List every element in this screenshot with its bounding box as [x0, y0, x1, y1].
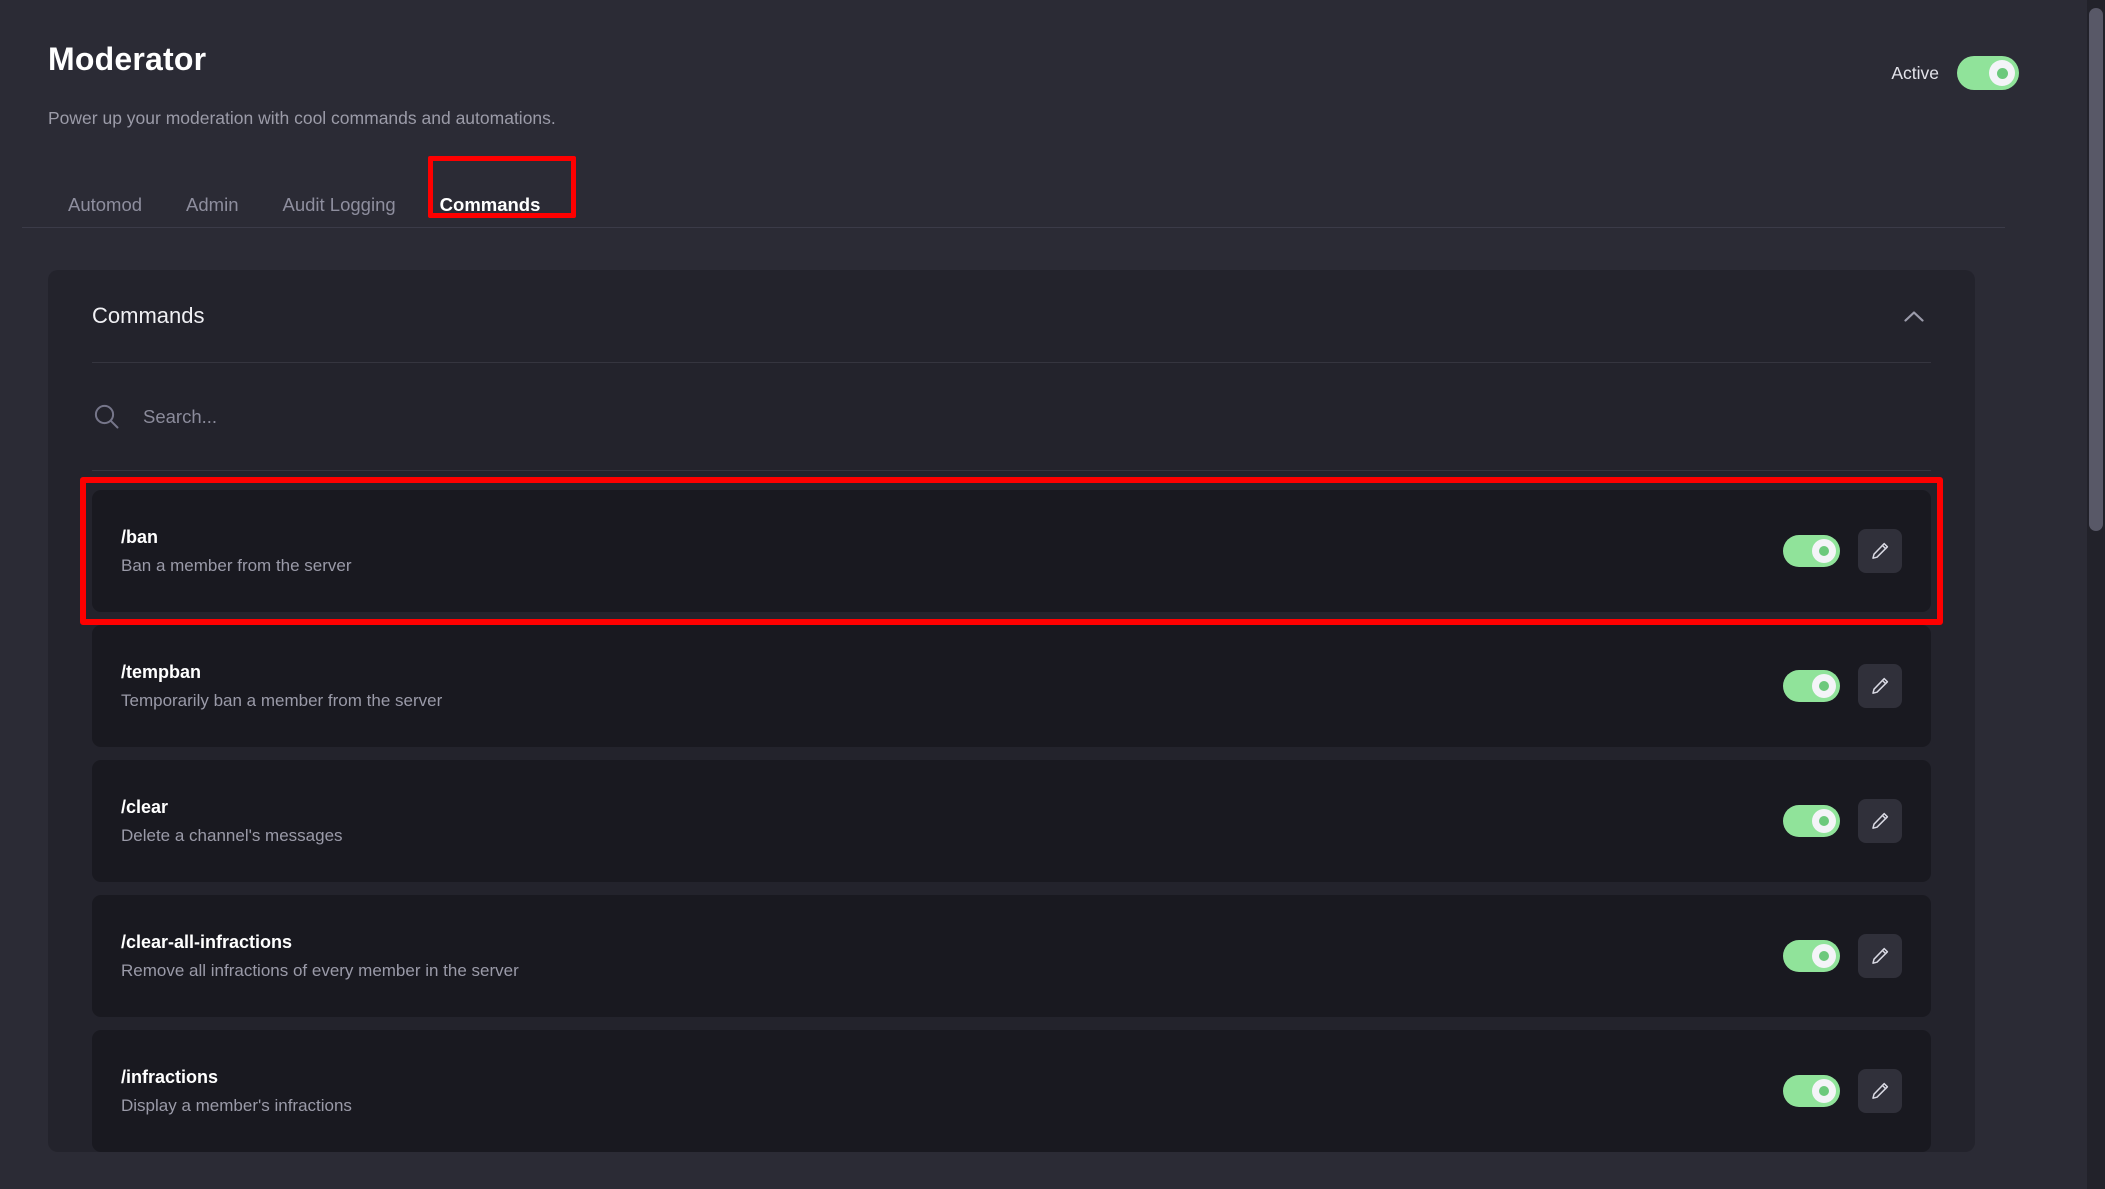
toggle-knob-icon [1812, 674, 1836, 699]
command-enabled-toggle[interactable] [1783, 805, 1840, 838]
command-name: /clear [121, 797, 169, 818]
pencil-icon [1872, 543, 1889, 560]
tab-bar: Automod Admin Audit Logging Commands [0, 156, 2087, 229]
search-icon [92, 402, 121, 431]
command-description: Temporarily ban a member from the server [121, 691, 443, 711]
commands-panel-collapse-button[interactable] [1897, 299, 1931, 333]
tab-automod[interactable]: Automod [48, 195, 164, 229]
tab-admin[interactable]: Admin [164, 195, 260, 229]
app-page: Moderator Power up your moderation with … [0, 0, 2087, 1189]
page-title: Moderator [48, 41, 207, 77]
commands-panel-header[interactable]: Commands [76, 270, 1947, 362]
pencil-icon [1872, 813, 1889, 830]
command-edit-button[interactable] [1858, 664, 1902, 709]
table-row[interactable]: /tempban Temporarily ban a member from t… [92, 625, 1931, 748]
command-description: Display a member's infractions [121, 1096, 352, 1116]
commands-panel-title: Commands [92, 303, 205, 329]
pencil-icon [1872, 1083, 1889, 1100]
page-header-top-row: Moderator Power up your moderation with … [48, 0, 2039, 129]
toggle-knob-icon [1812, 809, 1836, 834]
command-controls [1783, 799, 1902, 844]
command-enabled-toggle[interactable] [1783, 940, 1840, 973]
command-description: Delete a channel's messages [121, 826, 343, 846]
module-active-toggle[interactable] [1957, 56, 2019, 90]
page-scrollbar[interactable] [2087, 0, 2105, 1189]
page-subtitle: Power up your moderation with cool comma… [48, 108, 556, 129]
pencil-icon [1872, 948, 1889, 965]
command-controls [1783, 529, 1902, 574]
command-controls [1783, 934, 1902, 979]
module-active-control: Active [1891, 56, 2019, 90]
command-name: /clear-all-infractions [121, 932, 293, 953]
tab-audit-logging[interactable]: Audit Logging [261, 195, 418, 229]
command-controls [1783, 664, 1902, 709]
command-edit-button[interactable] [1858, 529, 1902, 574]
commands-list: /ban Ban a member from the server /tempb… [76, 477, 1947, 1153]
command-edit-button[interactable] [1858, 799, 1902, 844]
tab-commands[interactable]: Commands [418, 195, 563, 229]
commands-panel: Commands /ban [48, 270, 1975, 1153]
command-name: /ban [121, 527, 159, 548]
command-enabled-toggle[interactable] [1783, 670, 1840, 703]
command-name: /infractions [121, 1067, 219, 1088]
page-header: Moderator Power up your moderation with … [0, 0, 2087, 129]
command-info: /tempban Temporarily ban a member from t… [121, 663, 442, 709]
active-toggle-label: Active [1891, 62, 1939, 83]
command-name: /tempban [121, 662, 202, 683]
table-row[interactable]: /clear-all-infractions Remove all infrac… [92, 895, 1931, 1018]
command-info: /ban Ban a member from the server [121, 528, 352, 574]
command-info: /clear Delete a channel's messages [121, 798, 343, 844]
command-enabled-toggle[interactable] [1783, 535, 1840, 568]
toggle-knob-icon [1812, 1079, 1836, 1104]
table-row[interactable]: /ban Ban a member from the server [80, 477, 1943, 626]
command-search-row [76, 363, 1947, 470]
command-edit-button[interactable] [1858, 1069, 1902, 1114]
command-search-input[interactable] [143, 405, 1931, 428]
command-info: /infractions Display a member's infracti… [121, 1068, 352, 1114]
toggle-knob-icon [1989, 60, 2015, 86]
command-enabled-toggle[interactable] [1783, 1075, 1840, 1108]
page-scrollbar-thumb[interactable] [2089, 8, 2103, 531]
page-heading-block: Moderator Power up your moderation with … [48, 41, 556, 129]
ban-row-annotation-box [80, 477, 1943, 626]
command-info: /clear-all-infractions Remove all infrac… [121, 933, 519, 979]
toggle-knob-icon [1812, 539, 1836, 564]
table-row[interactable]: /infractions Display a member's infracti… [92, 1030, 1931, 1153]
table-row[interactable]: /clear Delete a channel's messages [92, 760, 1931, 883]
tab-bar-underline [22, 227, 2005, 229]
toggle-knob-icon [1812, 944, 1836, 969]
command-controls [1783, 1069, 1902, 1114]
command-edit-button[interactable] [1858, 934, 1902, 979]
chevron-up-icon [1904, 311, 1924, 322]
command-description: Remove all infractions of every member i… [121, 961, 519, 981]
command-description: Ban a member from the server [121, 556, 352, 576]
pencil-icon [1872, 678, 1889, 695]
search-row-divider [92, 470, 1931, 472]
